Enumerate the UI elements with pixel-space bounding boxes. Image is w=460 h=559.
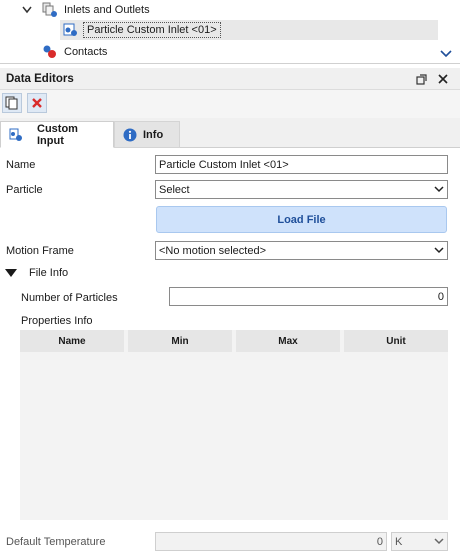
tree-item-label: Particle Custom Inlet <01>	[83, 22, 221, 38]
inlet-outlet-icon	[42, 2, 58, 18]
load-file-button[interactable]: Load File	[156, 206, 447, 233]
name-field[interactable]: Particle Custom Inlet <01>	[155, 155, 448, 174]
name-label: Name	[6, 159, 36, 171]
editor-tabs: Custom Input Info	[0, 118, 460, 148]
file-info-label: File Info	[29, 267, 69, 279]
motion-frame-value: <No motion selected>	[159, 244, 267, 257]
motion-frame-select[interactable]: <No motion selected>	[155, 241, 448, 260]
table-header-max[interactable]: Max	[236, 330, 340, 352]
particle-select[interactable]: Select	[155, 180, 448, 199]
chevron-down-icon	[434, 247, 444, 254]
tab-info[interactable]: Info	[114, 121, 180, 148]
tab-label: Custom Input	[37, 122, 78, 147]
copy-icon	[5, 96, 19, 110]
default-temperature-value: 0	[376, 535, 383, 548]
load-file-label: Load File	[277, 213, 326, 226]
info-icon	[123, 128, 137, 142]
tree-panel: Inlets and Outlets Particle Custom Inlet…	[0, 0, 460, 64]
editor-toolbar	[0, 90, 460, 118]
particle-label: Particle	[6, 184, 43, 196]
tree-item-contacts[interactable]: Contacts	[42, 42, 107, 62]
default-temperature-field[interactable]: 0	[155, 532, 387, 551]
copy-button[interactable]	[2, 93, 22, 113]
app-root: Inlets and Outlets Particle Custom Inlet…	[0, 0, 460, 559]
custom-input-form: Name Particle Custom Inlet <01> Particle…	[0, 148, 460, 559]
delete-x-icon	[31, 97, 43, 109]
close-icon[interactable]	[436, 72, 450, 86]
num-particles-label: Number of Particles	[21, 292, 118, 304]
table-header-name[interactable]: Name	[20, 330, 124, 352]
table-header-min[interactable]: Min	[128, 330, 232, 352]
chevron-down-icon[interactable]	[20, 3, 34, 17]
custom-input-icon	[9, 128, 23, 142]
scroll-down-icon[interactable]	[440, 49, 452, 59]
tree-item-particle-custom-inlet[interactable]: Particle Custom Inlet <01>	[60, 20, 438, 40]
temperature-unit-select[interactable]: K	[391, 532, 448, 551]
default-temperature-label: Default Temperature	[6, 536, 106, 548]
temperature-unit-value: K	[395, 535, 403, 548]
table-header-unit[interactable]: Unit	[344, 330, 448, 352]
tree-item-label: Inlets and Outlets	[64, 4, 150, 16]
properties-table: Name Min Max Unit	[20, 330, 448, 520]
tab-label: Info	[143, 128, 164, 141]
panel-title: Data Editors	[6, 72, 74, 85]
name-value: Particle Custom Inlet <01>	[159, 158, 289, 171]
contacts-icon	[42, 44, 58, 60]
particle-inlet-icon	[63, 22, 79, 38]
collapse-triangle-icon	[5, 268, 17, 278]
delete-button[interactable]	[27, 93, 47, 113]
motion-frame-label: Motion Frame	[6, 245, 74, 257]
tree-item-inlets-outlets[interactable]: Inlets and Outlets	[20, 0, 150, 20]
tab-custom-input[interactable]: Custom Input	[0, 121, 114, 148]
particle-select-value: Select	[159, 183, 190, 196]
num-particles-value: 0	[437, 290, 444, 303]
float-window-icon[interactable]	[414, 72, 428, 86]
data-editors-header: Data Editors	[0, 68, 460, 90]
file-info-section-header[interactable]: File Info	[5, 267, 68, 279]
chevron-down-icon	[434, 538, 444, 545]
tree-item-label: Contacts	[64, 46, 108, 58]
properties-info-label: Properties Info	[21, 315, 93, 327]
num-particles-field[interactable]: 0	[169, 287, 448, 306]
chevron-down-icon	[434, 186, 444, 193]
